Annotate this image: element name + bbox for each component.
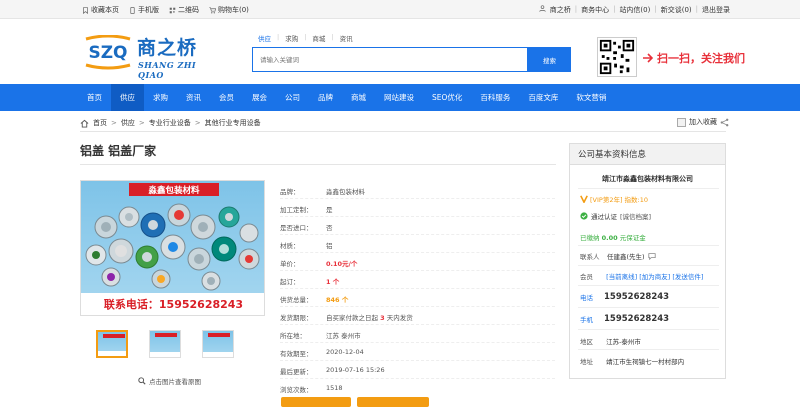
view-original-link[interactable]: 点击图片查看原图 — [138, 376, 201, 386]
search-input[interactable] — [253, 48, 527, 71]
search-box — [252, 47, 528, 72]
mobile-link[interactable]: 手机版 — [129, 5, 159, 15]
nav-mall[interactable]: 商城 — [342, 84, 375, 111]
crumb-supply[interactable]: 供应 — [121, 118, 135, 128]
share-icon — [720, 118, 729, 126]
address-row: 地址 靖江市生祠镇七一村村部内 — [580, 358, 685, 366]
verified-row: 通过认证 [诚信档案] — [580, 211, 651, 221]
image-brand-label: 淼鑫包装材料 — [129, 183, 219, 196]
attr-ship-time: 发货期限： 自买家付款之日起 3 天内发货 — [280, 314, 413, 322]
tab-supply[interactable]: 供应 — [258, 33, 271, 43]
nav-members[interactable]: 会员 — [210, 84, 243, 111]
thumbnail-3[interactable] — [202, 330, 234, 358]
buy-button[interactable] — [281, 397, 351, 407]
attr-import: 是否进口：否 — [280, 224, 333, 232]
tab-buy[interactable]: 求购 — [285, 33, 298, 43]
breadcrumb: 首页 > 供应 > 专业行业设备 > 其他行业专用设备 — [80, 116, 726, 130]
attr-updated: 最后更新： 2019-07-16 15:26 — [280, 366, 385, 376]
bookmark-link[interactable]: 收藏本页 — [82, 5, 119, 15]
contact-button[interactable] — [357, 397, 429, 407]
qrcode-icon — [169, 7, 176, 13]
logo-text: 商之桥 — [137, 37, 198, 59]
mobile-icon — [130, 6, 135, 14]
arrow-icon — [643, 53, 654, 63]
qrcode-link[interactable]: 二维码 — [169, 5, 199, 15]
favorite-icon — [677, 117, 686, 127]
attr-custom: 加工定制：是 — [280, 206, 333, 214]
chat-link[interactable]: 新交谈(0) — [661, 5, 692, 15]
add-favorite-button[interactable]: 加入收藏 — [677, 117, 729, 127]
nav-wiki[interactable]: 百科服务 — [471, 84, 519, 111]
crumb-category[interactable]: 专业行业设备 — [149, 118, 191, 128]
nav-baidu-wenku[interactable]: 百度文库 — [519, 84, 567, 111]
cart-icon — [209, 6, 216, 13]
attr-min-order: 起订： 1 个 — [280, 278, 340, 286]
member-actions[interactable]: [当前离线] [加为商友] [发送信件] — [606, 273, 703, 281]
attr-brand: 品牌： 淼鑫包装材料 — [280, 188, 365, 196]
bookmark-icon — [83, 6, 88, 14]
nav-website[interactable]: 网站建设 — [375, 84, 423, 111]
header: SZQ 商之桥 SHANG ZHI QIAO 供应 | 求购 | 商城 | 资讯… — [0, 19, 800, 84]
crumb-subcategory[interactable]: 其他行业专用设备 — [205, 118, 261, 128]
deposit-row: 已缴纳 0.00 元保证金 — [580, 234, 646, 242]
nav-brand[interactable]: 品牌 — [309, 84, 342, 111]
username-link[interactable]: 商之桥 — [550, 5, 571, 15]
thumbnail-2[interactable] — [149, 330, 181, 358]
panel-header: 公司基本资料信息 — [570, 144, 725, 165]
top-bar: 收藏本页 手机版 二维码 购物车(0) 商之桥 | 商务中心 | 站内信(0) | 新… — [0, 0, 800, 19]
magnifier-icon — [138, 377, 146, 385]
user-icon — [539, 5, 546, 12]
logo-mark-icon: SZQ — [85, 35, 131, 70]
vip-icon — [580, 195, 588, 203]
logout-link[interactable]: 退出登录 — [702, 5, 730, 15]
nav-news[interactable]: 资讯 — [177, 84, 210, 111]
chat-icon[interactable] — [647, 252, 656, 260]
attr-location: 所在地： 江苏 泰州市 — [280, 332, 361, 340]
logo-pinyin: SHANG ZHI QIAO — [138, 60, 197, 80]
vip-row: [VIP第2年] 指数:10 — [580, 194, 648, 204]
nav-company[interactable]: 公司 — [276, 84, 309, 111]
nav-seo[interactable]: SEO优化 — [423, 84, 471, 111]
nav-expo[interactable]: 展会 — [243, 84, 276, 111]
home-icon — [80, 119, 89, 128]
product-main-image[interactable]: 淼鑫包装材料 联系电话：15952628243 — [80, 180, 265, 316]
phone-row: 电话 15952628243 — [580, 292, 670, 302]
product-title: 铝盖 铝盖厂家 — [80, 144, 157, 158]
tab-news[interactable]: 资讯 — [340, 33, 353, 43]
messages-link[interactable]: 站内信(0) — [619, 5, 650, 15]
check-icon — [580, 212, 588, 220]
attr-total-supply: 供货总量： 846 个 — [280, 296, 349, 304]
attr-price: 单价： 0.10元/个 — [280, 260, 358, 268]
mobile-row: 手机 15952628243 — [580, 314, 670, 324]
search-button[interactable]: 搜索 — [528, 47, 571, 72]
contact-row: 联系人 任建鑫(先生) — [580, 251, 656, 261]
aluminum-caps-image — [85, 203, 260, 291]
search-tabs: 供应 | 求购 | 商城 | 资讯 — [258, 33, 353, 43]
nav-buy[interactable]: 求购 — [144, 84, 177, 111]
member-row: 会员 [当前离线] [加为商友] [发送信件] — [580, 273, 704, 281]
attr-material: 材质：铝 — [280, 242, 333, 250]
tab-mall[interactable]: 商城 — [312, 33, 325, 43]
nav-supply[interactable]: 供应 — [111, 84, 144, 111]
cart-link[interactable]: 购物车(0) — [209, 5, 249, 15]
nav-article-marketing[interactable]: 软文营销 — [567, 84, 615, 111]
company-info-panel: 公司基本资料信息 靖江市淼鑫包装材料有限公司 [VIP第2年] 指数:10 通过… — [569, 143, 726, 379]
slogan: 扫一扫，关注我们 — [643, 50, 745, 66]
site-logo[interactable]: SZQ 商之桥 SHANG ZHI QIAO — [82, 31, 222, 80]
attr-views: 浏览次数： 1518 — [280, 384, 343, 394]
main-nav: 首页 供应 求购 资讯 会员 展会 公司 品牌 商城 网站建设 SEO优化 百科… — [0, 84, 800, 111]
crumb-home[interactable]: 首页 — [93, 118, 107, 128]
company-name[interactable]: 靖江市淼鑫包装材料有限公司 — [570, 174, 725, 184]
attr-expire: 有效期至： 2020-12-04 — [280, 348, 364, 358]
region-row: 地区 江苏-泰州市 — [580, 338, 641, 346]
image-phone-label: 联系电话：15952628243 — [81, 293, 264, 315]
svg-text:SZQ: SZQ — [88, 43, 127, 63]
business-center-link[interactable]: 商务中心 — [581, 5, 609, 15]
nav-home[interactable]: 首页 — [78, 84, 111, 111]
thumbnail-strip — [96, 330, 234, 358]
qrcode-image — [597, 37, 637, 77]
thumbnail-1[interactable] — [96, 330, 128, 358]
